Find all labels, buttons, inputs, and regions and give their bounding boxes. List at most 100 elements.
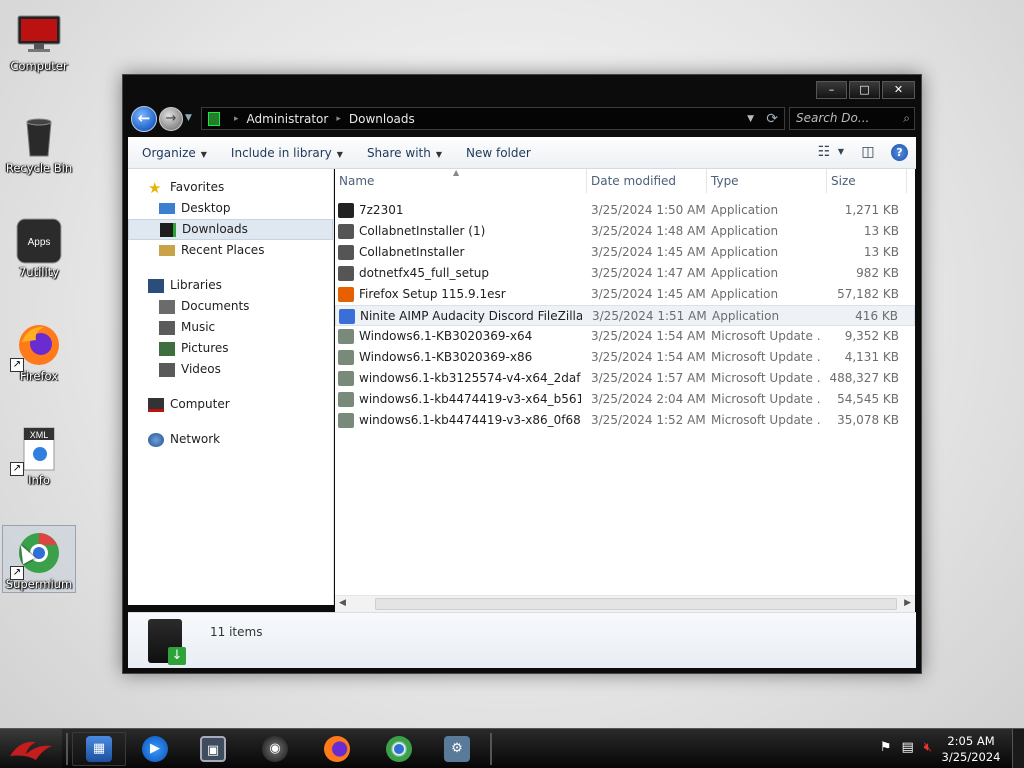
taskbar-file-explorer[interactable]: ▦ bbox=[72, 732, 126, 766]
file-row[interactable]: windows6.1-kb4474419-v3-x64_b5614c6... 3/… bbox=[335, 389, 915, 410]
scrollbar-thumb[interactable] bbox=[375, 598, 897, 610]
help-icon[interactable]: ? bbox=[891, 143, 908, 161]
chevron-down-icon[interactable]: ▼ bbox=[837, 143, 845, 161]
file-row[interactable]: windows6.1-kb4474419-v3-x86_0f687d50... 3… bbox=[335, 410, 915, 431]
file-name: Windows6.1-KB3020369-x86 bbox=[359, 350, 533, 364]
horizontal-scrollbar[interactable]: ◀ ▶ bbox=[335, 595, 915, 612]
desktop-icon-7utility[interactable]: Apps 7utility bbox=[2, 214, 76, 280]
breadcrumb-downloads[interactable]: Downloads bbox=[349, 112, 415, 126]
documents-icon bbox=[159, 299, 175, 314]
scroll-left-icon[interactable]: ◀ bbox=[339, 598, 346, 608]
taskbar-camera[interactable]: ◉ bbox=[248, 732, 302, 766]
file-row[interactable]: CollabnetInstaller (1) 3/25/2024 1:48 AM A… bbox=[335, 221, 915, 242]
navigation-pane: ★ Favorites Desktop Downloads Recent Plac… bbox=[128, 169, 334, 605]
nav-favorites[interactable]: ★ Favorites bbox=[128, 177, 333, 198]
nav-pictures[interactable]: Pictures bbox=[128, 338, 333, 359]
file-name-cell: windows6.1-kb4474419-v3-x86_0f687d50... bbox=[338, 410, 581, 431]
file-row[interactable]: Windows6.1-KB3020369-x64 3/25/2024 1:54 A… bbox=[335, 326, 915, 347]
nav-desktop[interactable]: Desktop bbox=[128, 198, 333, 219]
taskbar-remote-desktop[interactable]: ▣ bbox=[186, 732, 240, 766]
column-header-type[interactable]: Type bbox=[707, 169, 827, 193]
column-header-date-modified[interactable]: Date modified bbox=[587, 169, 707, 193]
nav-label: Computer bbox=[170, 397, 230, 411]
details-pane: ↓ 11 items bbox=[128, 612, 916, 668]
file-name: CollabnetInstaller bbox=[359, 245, 465, 259]
share-with-button[interactable]: Share with ▼ bbox=[367, 146, 442, 160]
taskbar-media-player[interactable]: ▶ bbox=[128, 732, 182, 766]
nav-network[interactable]: Network bbox=[128, 429, 333, 450]
close-button[interactable]: ✕ bbox=[882, 81, 915, 99]
show-desktop-button[interactable] bbox=[1012, 729, 1024, 768]
nav-music[interactable]: Music bbox=[128, 317, 333, 338]
nav-computer[interactable]: Computer bbox=[128, 394, 333, 415]
file-row[interactable]: dotnetfx45_full_setup 3/25/2024 1:47 AM Ap… bbox=[335, 263, 915, 284]
file-name: Firefox Setup 115.9.1esr bbox=[359, 287, 506, 301]
file-date: 3/25/2024 1:45 AM bbox=[591, 287, 706, 301]
maximize-button[interactable]: □ bbox=[849, 81, 880, 99]
address-history-dropdown[interactable]: ▼ bbox=[747, 114, 754, 124]
file-row[interactable]: 7z2301 3/25/2024 1:50 AM Application 1,271 … bbox=[335, 200, 915, 221]
new-folder-button[interactable]: New folder bbox=[466, 146, 531, 160]
update-package-icon bbox=[338, 329, 354, 344]
forward-button[interactable]: → bbox=[159, 107, 183, 131]
column-header-name[interactable]: Name ▲ bbox=[335, 168, 587, 193]
file-type: Application bbox=[711, 287, 779, 301]
network-status-icon[interactable]: ▤ bbox=[902, 740, 914, 755]
file-row[interactable]: windows6.1-kb3125574-v4-x64_2dafb1d... 3/… bbox=[335, 368, 915, 389]
file-row[interactable]: CollabnetInstaller 3/25/2024 1:45 AM Appli… bbox=[335, 242, 915, 263]
clock[interactable]: 2:05 AM 3/25/2024 bbox=[936, 733, 1006, 765]
file-name: windows6.1-kb4474419-v3-x86_0f687d50... bbox=[359, 413, 581, 427]
change-view-icon[interactable]: ☷ bbox=[815, 143, 833, 161]
desktop-icon-recycle-bin[interactable]: Recycle Bin bbox=[2, 110, 76, 176]
column-header-size[interactable]: Size bbox=[827, 169, 907, 193]
preview-pane-icon[interactable]: ◫ bbox=[859, 143, 877, 161]
taskbar-firefox[interactable] bbox=[310, 732, 364, 766]
minimize-button[interactable]: – bbox=[816, 81, 847, 99]
nav-label: Libraries bbox=[170, 278, 222, 292]
file-row[interactable]: Firefox Setup 115.9.1esr 3/25/2024 1:45 A… bbox=[335, 284, 915, 305]
file-row[interactable]: Windows6.1-KB3020369-x86 3/25/2024 1:54 A… bbox=[335, 347, 915, 368]
volume-muted-icon[interactable]: 🔇︎ bbox=[924, 740, 932, 755]
search-input[interactable]: Search Do... ⌕ bbox=[789, 107, 915, 130]
nav-libraries[interactable]: Libraries bbox=[128, 275, 333, 296]
nav-documents[interactable]: Documents bbox=[128, 296, 333, 317]
address-bar-row: ← → ▼ ▸ Administrator ▸ Downloads ▼ ⟳ Se… bbox=[129, 105, 915, 133]
action-center-flag-icon[interactable]: ⚑ bbox=[880, 740, 892, 755]
nav-recent-places[interactable]: Recent Places bbox=[128, 240, 333, 261]
pictures-icon bbox=[159, 341, 175, 356]
recent-pages-dropdown[interactable]: ▼ bbox=[185, 113, 192, 123]
include-in-library-button[interactable]: Include in library ▼ bbox=[231, 146, 343, 160]
file-type: Application bbox=[711, 203, 779, 217]
taskbar-supermium[interactable] bbox=[372, 732, 426, 766]
file-date: 3/25/2024 1:52 AM bbox=[591, 413, 706, 427]
desktop-icon-info[interactable]: XML ↗ Info bbox=[2, 422, 76, 488]
nav-videos[interactable]: Videos bbox=[128, 359, 333, 380]
file-name: dotnetfx45_full_setup bbox=[359, 266, 490, 280]
nav-label: Favorites bbox=[170, 180, 225, 194]
nav-label: Documents bbox=[181, 299, 250, 313]
refresh-icon[interactable]: ⟳ bbox=[766, 111, 778, 127]
organize-button[interactable]: Organize ▼ bbox=[142, 146, 207, 160]
file-date: 3/25/2024 1:47 AM bbox=[591, 266, 706, 280]
breadcrumb-separator-icon[interactable]: ▸ bbox=[234, 114, 239, 124]
firefox-icon bbox=[338, 287, 354, 302]
file-row[interactable]: Ninite AIMP Audacity Discord FileZilla I… bbox=[335, 305, 915, 326]
scroll-right-icon[interactable]: ▶ bbox=[904, 598, 911, 608]
file-date: 3/25/2024 1:48 AM bbox=[591, 224, 706, 238]
back-button[interactable]: ← bbox=[131, 106, 157, 132]
start-button[interactable] bbox=[0, 729, 62, 768]
breadcrumb-separator-icon[interactable]: ▸ bbox=[336, 114, 341, 124]
nav-downloads[interactable]: Downloads bbox=[128, 219, 333, 240]
search-placeholder: Search Do... bbox=[796, 111, 870, 125]
include-in-library-label: Include in library bbox=[230, 145, 332, 160]
taskbar-control-panel[interactable]: ⚙ bbox=[430, 732, 484, 766]
recycle-bin-icon bbox=[16, 114, 62, 160]
search-icon[interactable]: ⌕ bbox=[903, 108, 910, 129]
desktop-icon-firefox[interactable]: ↗ Firefox bbox=[2, 318, 76, 384]
desktop-icon-computer[interactable]: Computer bbox=[2, 8, 76, 74]
desktop-icon-supermium[interactable]: ↗ Supermium bbox=[2, 525, 76, 593]
file-size: 54,545 KB bbox=[837, 392, 899, 406]
breadcrumb-administrator[interactable]: Administrator bbox=[247, 112, 329, 126]
address-field[interactable]: ▸ Administrator ▸ Downloads ▼ ⟳ bbox=[201, 107, 785, 130]
caption-buttons: – □ ✕ bbox=[816, 81, 915, 99]
